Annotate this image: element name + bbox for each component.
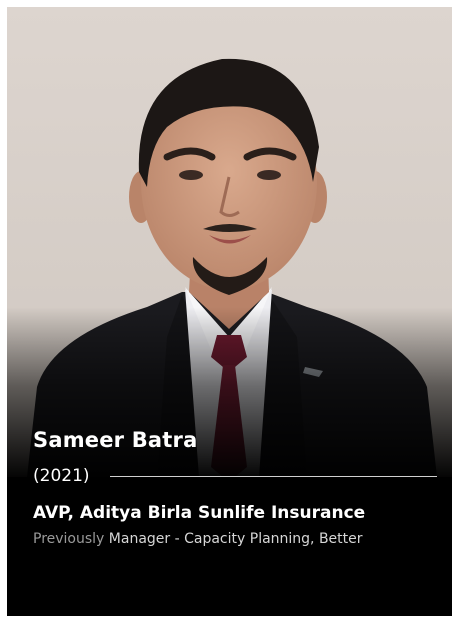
year-row: (2021) [33,465,437,487]
divider-line [109,475,437,477]
previous-role-line: Previously Manager - Capacity Planning, … [33,530,437,548]
profile-name: Sameer Batra [33,428,198,452]
current-title: AVP, Aditya Birla Sunlife Insurance [33,503,366,523]
graduation-year: (2021) [33,466,90,486]
previous-prefix: Previously [33,531,105,547]
previous-role: Manager - Capacity Planning, Better [108,531,363,547]
alumni-profile-card[interactable]: Sameer Batra (2021) AVP, Aditya Birla Su… [7,7,452,616]
profile-info: Sameer Batra (2021) AVP, Aditya Birla Su… [33,427,437,548]
